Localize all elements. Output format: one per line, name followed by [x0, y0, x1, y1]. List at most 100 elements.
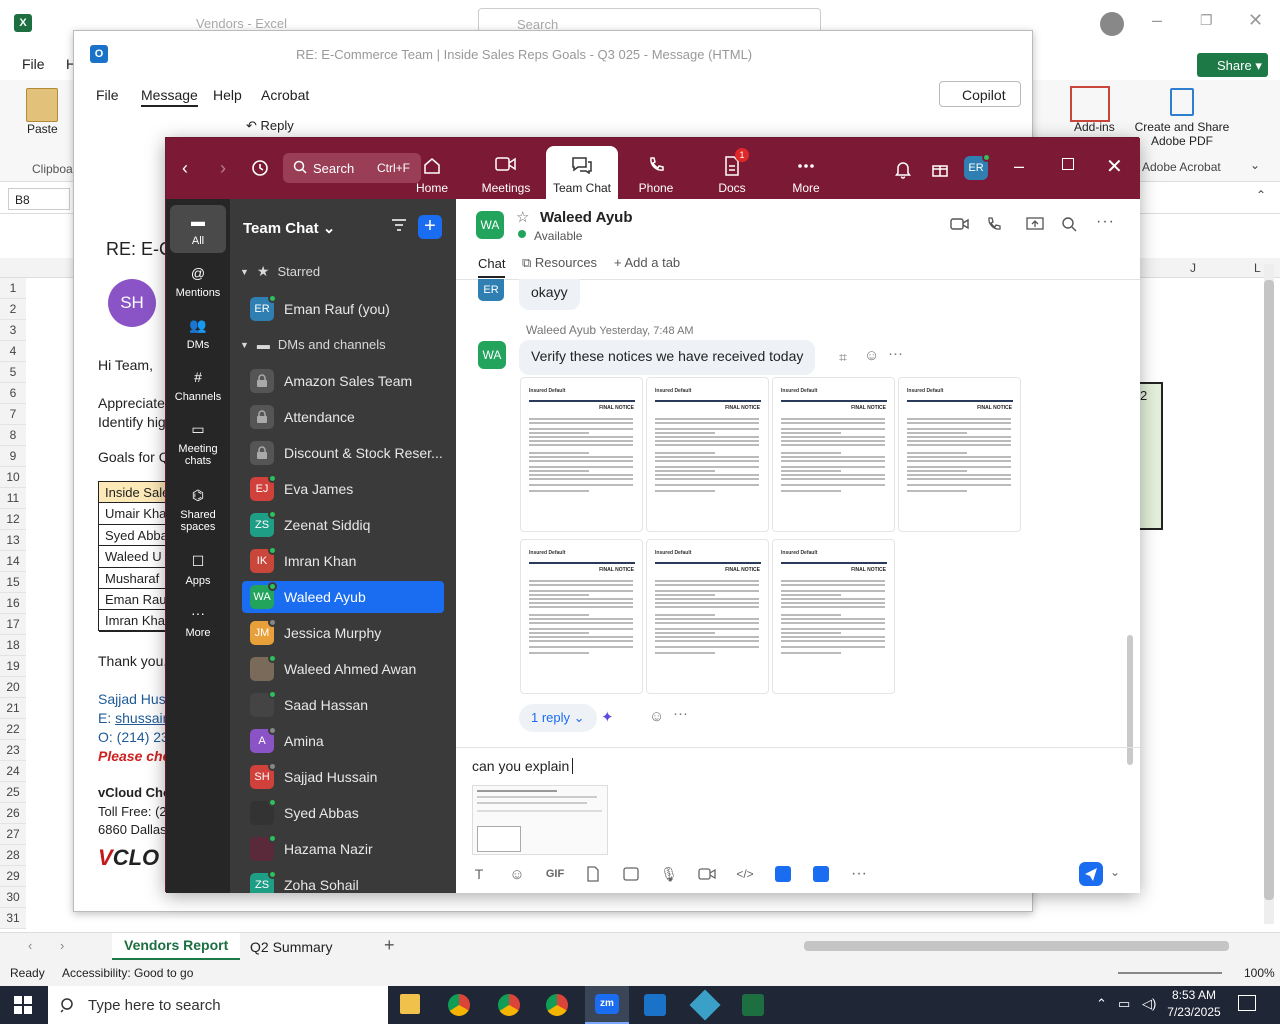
attachment-thumbnail[interactable]: Insured Default FINAL NOTICE — [772, 377, 895, 532]
composer-more-icon[interactable]: ··· — [846, 861, 872, 887]
collapse-ribbon-icon[interactable]: ⌄ — [1250, 158, 1260, 172]
pasted-image-preview[interactable] — [472, 785, 608, 855]
row-header[interactable]: 13 — [0, 530, 26, 551]
network-icon[interactable]: ▭ — [1118, 996, 1130, 1012]
outlook-taskbar-icon[interactable] — [644, 994, 666, 1016]
row-header[interactable]: 8 — [0, 425, 26, 446]
close-button[interactable]: ✕ — [1248, 10, 1263, 31]
send-options-icon[interactable]: ⌄ — [1110, 865, 1120, 879]
rail-more[interactable]: ··· More — [170, 597, 226, 645]
rail-mentions[interactable]: @ Mentions — [170, 257, 226, 305]
horizontal-scrollbar[interactable] — [804, 941, 1229, 951]
add-sheet-button[interactable]: + — [384, 935, 395, 956]
tab-chat[interactable]: Chat — [478, 256, 506, 278]
history-icon[interactable] — [250, 158, 270, 178]
phone-call-icon[interactable] — [986, 216, 1002, 232]
row-header[interactable]: 16 — [0, 593, 26, 614]
name-box[interactable]: B8 — [8, 188, 70, 210]
emoji-icon[interactable]: ☺ — [504, 861, 530, 887]
chrome-icon-3[interactable] — [546, 994, 568, 1016]
contact-name[interactable]: Waleed Ayub — [540, 209, 633, 226]
row-header[interactable]: 26 — [0, 803, 26, 824]
rail-meeting-chats[interactable]: ▭ Meeting chats — [170, 413, 226, 475]
nav-phone[interactable]: Phone — [620, 138, 692, 199]
excel-taskbar-icon[interactable] — [742, 994, 764, 1016]
video-message-icon[interactable] — [694, 861, 720, 887]
column-j[interactable]: J — [1190, 261, 1196, 275]
row-header[interactable]: 7 — [0, 404, 26, 425]
zoom-close-button[interactable]: ✕ — [1106, 154, 1123, 179]
row-header[interactable]: 12 — [0, 509, 26, 530]
file-tab[interactable]: File — [22, 56, 45, 72]
row-header[interactable]: 31 — [0, 908, 26, 929]
row-header[interactable]: 3 — [0, 320, 26, 341]
minimize-button[interactable]: – — [1152, 10, 1162, 31]
chrome-icon-2[interactable] — [498, 994, 520, 1016]
favorite-star-icon[interactable]: ☆ — [516, 208, 529, 226]
reply-button[interactable]: ↶ Reply — [246, 118, 294, 134]
forward-button[interactable]: › — [220, 158, 226, 179]
dm-item[interactable]: ZS Zeenat Siddiq — [242, 509, 444, 541]
channel-item[interactable]: Attendance — [242, 401, 444, 433]
row-header[interactable]: 28 — [0, 845, 26, 866]
windows-start-icon[interactable] — [14, 996, 32, 1014]
dm-item[interactable]: IK Imran Khan — [242, 545, 444, 577]
team-chat-title[interactable]: Team Chat ⌄ — [243, 219, 335, 237]
back-button[interactable]: ‹ — [182, 158, 188, 179]
row-header[interactable]: 11 — [0, 488, 26, 509]
notifications-icon[interactable] — [1238, 995, 1256, 1011]
app-icon-1[interactable] — [770, 861, 796, 887]
message-okayy[interactable]: okayy — [519, 279, 580, 310]
row-header[interactable]: 29 — [0, 866, 26, 887]
message-verify[interactable]: Verify these notices we have received to… — [519, 340, 816, 375]
row-header[interactable]: 30 — [0, 887, 26, 908]
sender-avatar[interactable]: SH — [108, 279, 156, 327]
ai-sparkle-icon[interactable]: ✦ — [601, 708, 614, 726]
attachment-thumbnail[interactable]: Insured Default FINAL NOTICE — [520, 539, 643, 694]
row-header[interactable]: 23 — [0, 740, 26, 761]
new-chat-button[interactable]: + — [418, 215, 442, 239]
paste-icon[interactable] — [26, 88, 58, 122]
attachment-thumbnail[interactable]: Insured Default FINAL NOTICE — [646, 539, 769, 694]
chrome-icon-1[interactable] — [448, 994, 470, 1016]
zoom-taskbar-icon[interactable]: zm — [585, 986, 629, 1024]
nav-docs[interactable]: Docs 1 — [696, 138, 768, 199]
nav-more[interactable]: More — [770, 138, 842, 199]
taskbar-clock[interactable]: 8:53 AM 7/23/2025 — [1166, 988, 1222, 1019]
row-header[interactable]: 27 — [0, 824, 26, 845]
send-button[interactable] — [1079, 862, 1103, 886]
tab-resources[interactable]: ⧉ Resources — [522, 255, 597, 271]
row-header[interactable]: 2 — [0, 299, 26, 320]
gif-icon[interactable]: GIF — [542, 861, 568, 887]
row-header[interactable]: 9 — [0, 446, 26, 467]
signature-email-link[interactable]: shussain — [115, 710, 170, 726]
zoom-minimize-button[interactable]: – — [1014, 156, 1024, 177]
outlook-help-tab[interactable]: Help — [213, 87, 242, 103]
vertical-scrollbar[interactable] — [1264, 264, 1274, 924]
row-header[interactable]: 4 — [0, 341, 26, 362]
reply-thread-icon[interactable]: ⌗ — [839, 349, 847, 366]
tray-chevron-icon[interactable]: ⌃ — [1096, 996, 1107, 1012]
code-snippet-icon[interactable]: </> — [732, 861, 758, 887]
row-header[interactable]: 17 — [0, 614, 26, 635]
dms-section[interactable]: ▼ ▬ DMs and channels — [240, 337, 386, 352]
zoom-level[interactable]: 100% — [1244, 966, 1275, 980]
rail-dms[interactable]: 👥 DMs — [170, 309, 226, 357]
row-header[interactable]: 20 — [0, 677, 26, 698]
row-header[interactable]: 22 — [0, 719, 26, 740]
nav-team-chat[interactable]: Team Chat — [546, 146, 618, 199]
share-screen-icon[interactable] — [1026, 216, 1044, 232]
dm-item[interactable]: JM Jessica Murphy — [242, 617, 444, 649]
thread-emoji-icon[interactable]: ☺ — [649, 708, 664, 725]
nav-home[interactable]: Home — [396, 138, 468, 199]
share-button[interactable]: Share ▾ — [1197, 53, 1268, 77]
row-header[interactable]: 18 — [0, 635, 26, 656]
format-text-icon[interactable]: T — [466, 861, 492, 887]
row-header[interactable]: 15 — [0, 572, 26, 593]
thread-reply-count[interactable]: 1 reply ⌄ — [519, 704, 597, 732]
copilot-button[interactable]: Copilot — [939, 81, 1021, 107]
dm-item[interactable]: Waleed Ahmed Awan — [242, 653, 444, 685]
video-call-icon[interactable] — [950, 217, 970, 231]
message-more-icon[interactable]: ··· — [888, 345, 903, 362]
row-header[interactable]: 5 — [0, 362, 26, 383]
